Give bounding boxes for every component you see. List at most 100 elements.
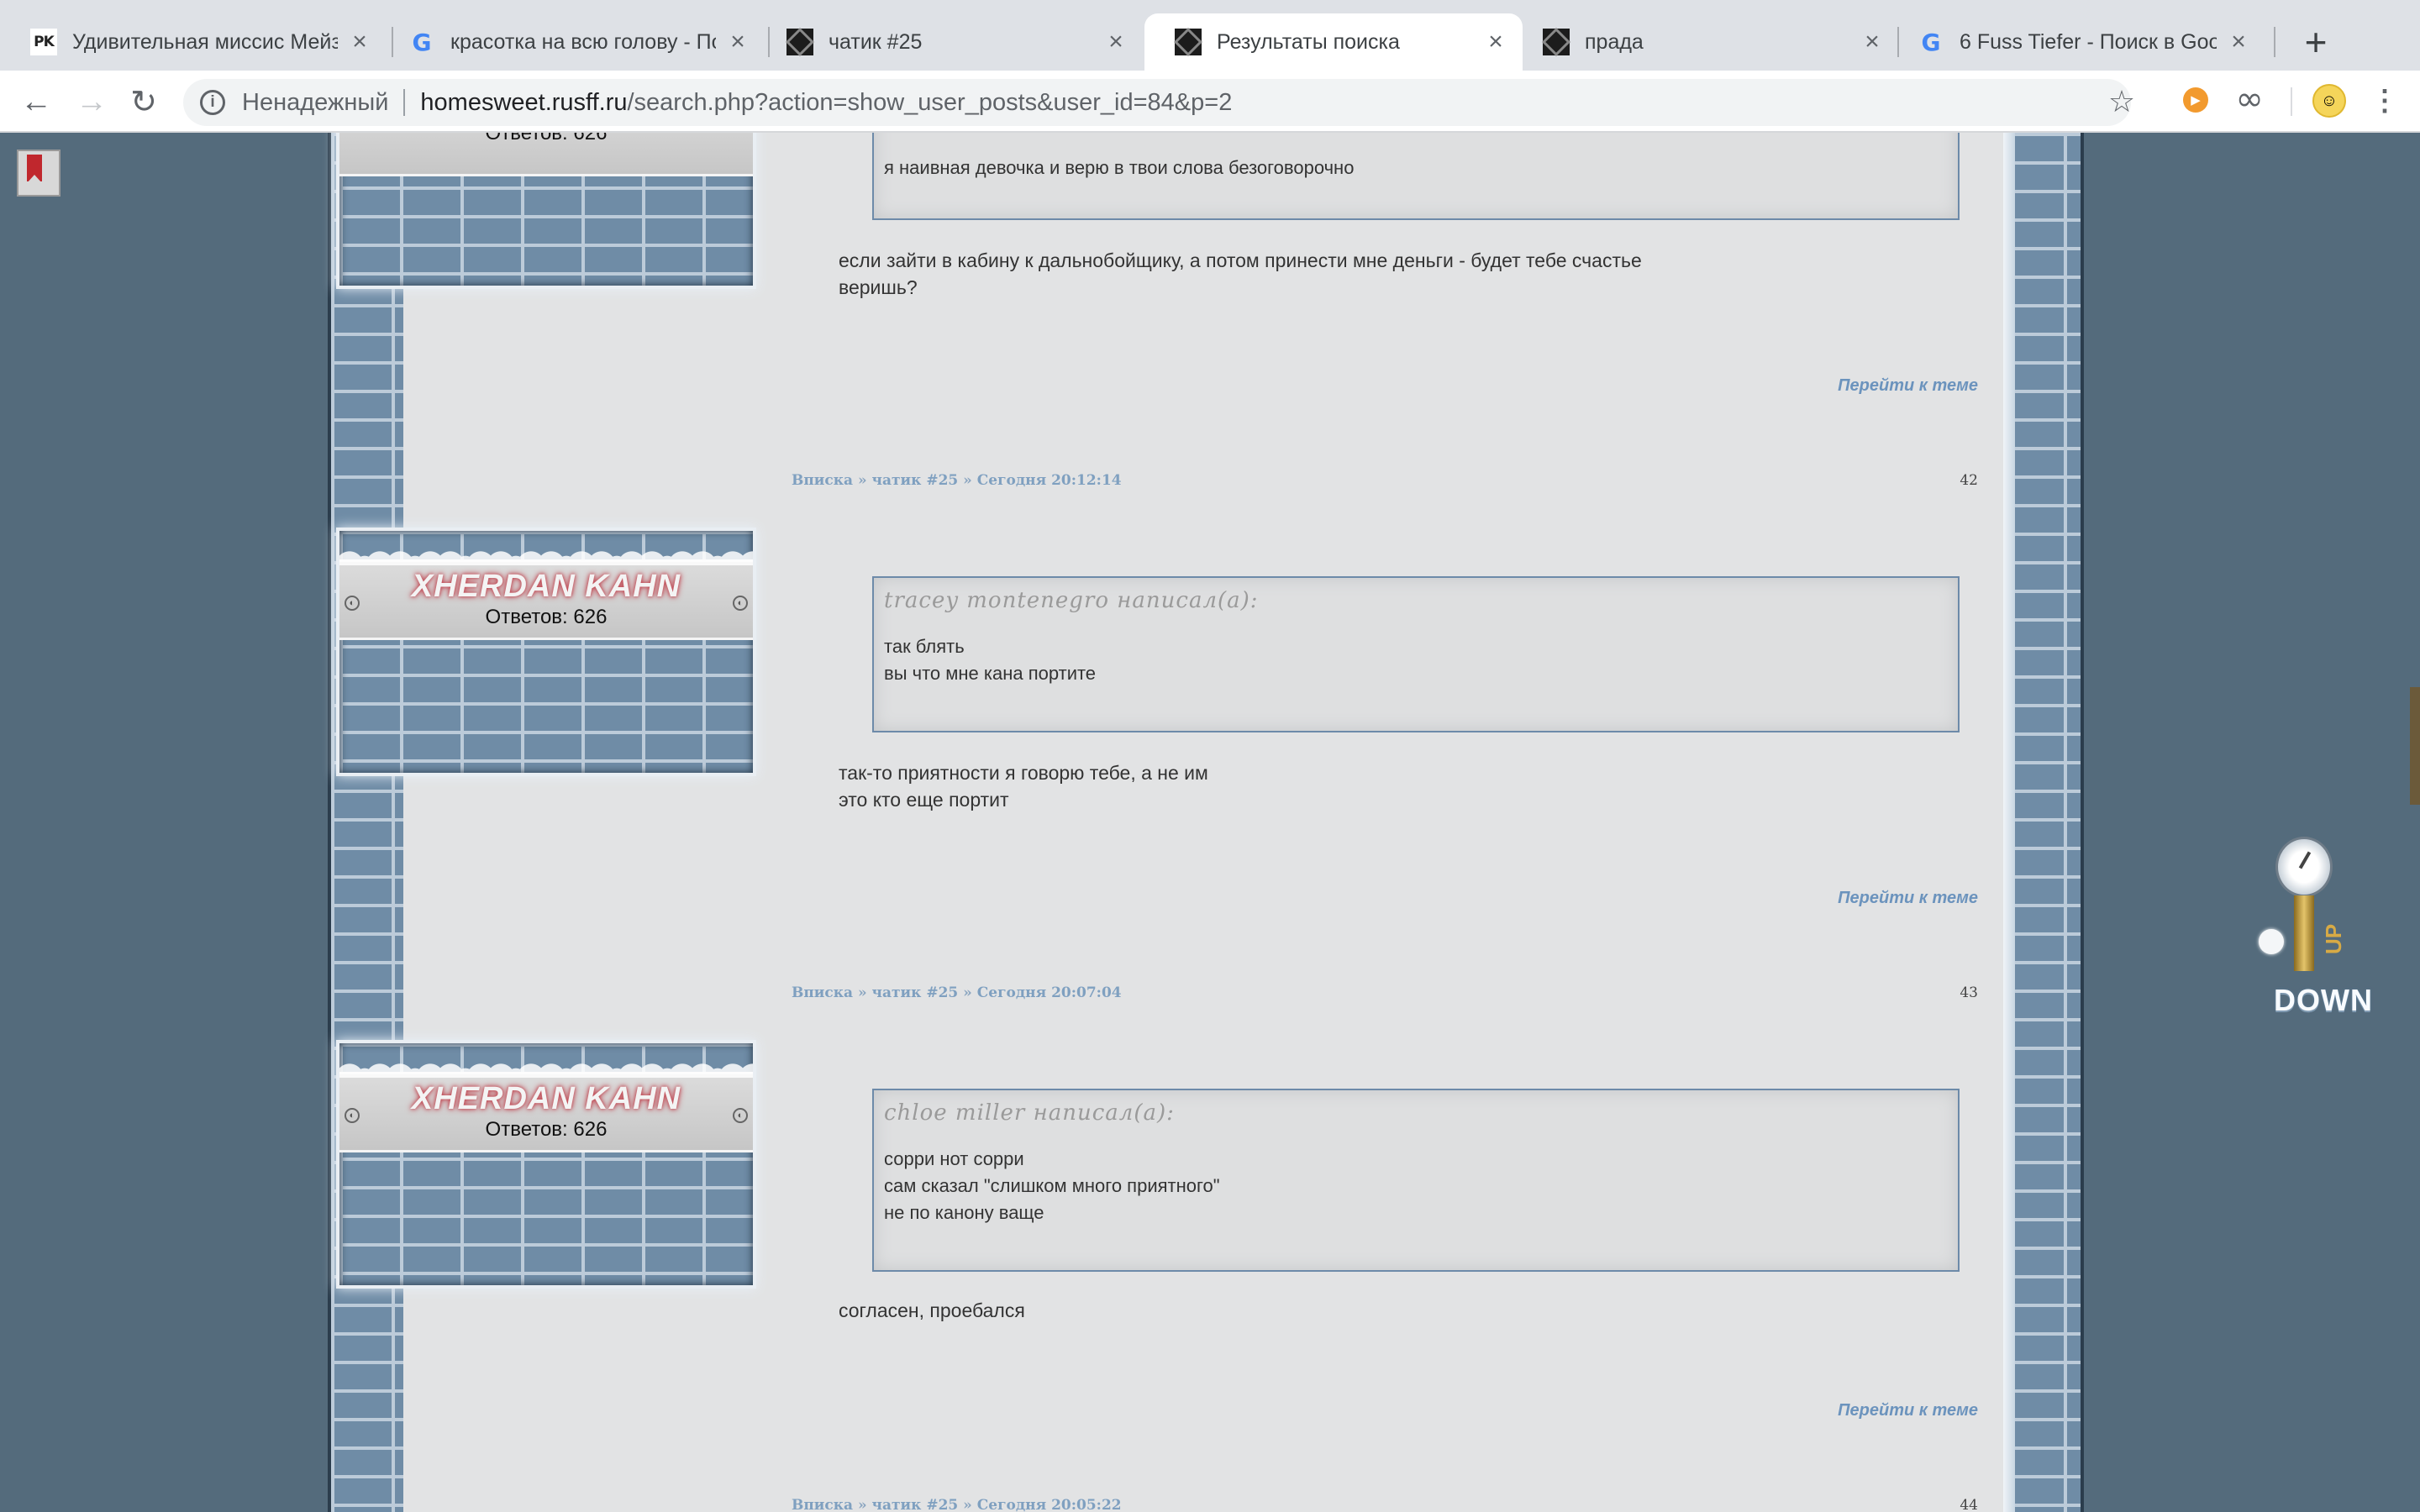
quote-text: так блять вы что мне кана портите — [884, 636, 1097, 684]
bookmark-star-icon[interactable]: ☆ — [2101, 81, 2143, 123]
tab-title: 6 Fuss Tiefer - Поиск в Google — [1960, 29, 2217, 54]
reply-count: Ответов: 626 — [485, 133, 608, 144]
tab-title: Удивительная миссис Мейзел — [72, 29, 338, 54]
goto-topic-link[interactable]: Перейти к теме — [1765, 1401, 1978, 1420]
omnibox-divider — [403, 89, 406, 116]
user-panel: ◐ XHERDAN KAHN Ответов: 626 ◐ — [336, 528, 756, 776]
quote-block: tracey montenegro написал(а): так блять … — [872, 576, 1960, 732]
tab-strip: PK Удивительная миссис Мейзел × G красот… — [0, 0, 2420, 71]
quote-author: tracey montenegro написал(а): — [884, 588, 1259, 613]
scroll-up-down-widget[interactable]: UP DOWN — [2252, 837, 2372, 1063]
security-label[interactable]: Ненадежный — [242, 89, 388, 117]
tab-divider — [2274, 27, 2275, 57]
close-icon[interactable]: × — [724, 28, 751, 55]
tab-2[interactable]: G красотка на всю голову - Поиск в Googl… — [378, 13, 765, 71]
close-icon[interactable]: × — [346, 28, 373, 55]
meta-separator: » — [963, 1497, 972, 1512]
infinity-extension-icon[interactable]: ∞ — [2228, 80, 2270, 118]
user-name-link[interactable]: XHERDAN KAHN — [339, 569, 753, 605]
post-time-link[interactable]: Сегодня 20:05:22 — [977, 1497, 1122, 1512]
meta-separator: » — [858, 1497, 867, 1512]
address-bar[interactable]: i Ненадежный homesweet.rusff.ru/search.p… — [183, 79, 2131, 126]
tab-3[interactable]: чатик #25 × — [756, 13, 1143, 71]
user-panel: ◐ XHERDAN KAHN Ответов: 626 ◐ — [336, 1040, 756, 1289]
browser-toolbar: ← → ↻ i Ненадежный homesweet.rusff.ru/se… — [0, 71, 2420, 133]
bookmark-extension-icon[interactable] — [17, 150, 60, 197]
close-icon[interactable]: × — [1482, 28, 1509, 55]
new-tab-button[interactable]: + — [2292, 18, 2339, 66]
page-viewport: Ответов: 626 я наивная девочка и верю в … — [0, 133, 2420, 1512]
nameplate: ◐ XHERDAN KAHN Ответов: 626 ◐ — [339, 1056, 753, 1152]
bolt-icon: ◐ — [733, 596, 748, 611]
reply-count: Ответов: 626 — [485, 606, 608, 628]
reply-count: Ответов: 626 — [485, 1118, 608, 1141]
quote-text: я наивная девочка и верю в твои слова бе… — [884, 157, 1355, 178]
gauge-icon — [2275, 837, 2333, 897]
post-number: 42 — [1960, 472, 1978, 489]
close-icon[interactable]: × — [1859, 28, 1886, 55]
tab-title: прада — [1585, 29, 1644, 54]
pipe-decoration — [2294, 895, 2314, 971]
scroll-down-button[interactable]: DOWN — [2274, 983, 2373, 1018]
play-extension-icon[interactable]: ▶ — [2183, 87, 2208, 113]
goto-topic-link[interactable]: Перейти к теме — [1765, 376, 1978, 396]
tab-5[interactable]: прада × — [1512, 13, 1899, 71]
url-host[interactable]: homesweet.rusff.ru — [420, 89, 627, 117]
brick-wall-right — [2003, 133, 2084, 1512]
forum-favicon-icon — [1543, 29, 1570, 55]
menu-dots-icon[interactable]: ⋮ — [2368, 82, 2402, 119]
forum-favicon-icon — [1175, 29, 1202, 55]
user-name-link[interactable]: XHERDAN KAHN — [339, 1081, 753, 1117]
forward-button[interactable]: → — [71, 81, 113, 123]
topic-link[interactable]: чатик #25 — [872, 984, 959, 1001]
meta-separator: » — [858, 472, 867, 489]
forum-link[interactable]: Вписка — [792, 984, 853, 1001]
brick-wall-left — [328, 133, 403, 1512]
topic-link[interactable]: чатик #25 — [872, 1497, 959, 1512]
post-time-link[interactable]: Сегодня 20:07:04 — [977, 984, 1122, 1001]
forum-content — [403, 133, 2003, 1512]
info-icon[interactable]: i — [200, 90, 225, 115]
google-favicon-icon: G — [1921, 28, 1941, 56]
reload-button[interactable]: ↻ — [123, 81, 165, 123]
goto-topic-link[interactable]: Перейти к теме — [1765, 889, 1978, 908]
quote-text: сорри нот сорри сам сказал "слишком мног… — [884, 1148, 1220, 1223]
post-time-link[interactable]: Сегодня 20:12:14 — [977, 472, 1122, 489]
back-button[interactable]: ← — [15, 81, 57, 123]
scrollbar-thumb[interactable] — [2410, 687, 2420, 805]
post-number: 43 — [1960, 984, 1978, 1001]
forum-link[interactable]: Вписка — [792, 472, 853, 489]
meta-separator: » — [963, 984, 972, 1001]
post-meta: Вписка » чатик #25 » Сегодня 20:07:04 — [792, 984, 1122, 1001]
toolbar-divider — [2291, 87, 2292, 116]
post-number: 44 — [1960, 1497, 1978, 1512]
quote-block: я наивная девочка и верю в твои слова бе… — [872, 133, 1960, 220]
tab-4-active[interactable]: Результаты поиска × — [1144, 13, 1523, 71]
close-icon[interactable]: × — [2225, 28, 2252, 55]
snow-decoration — [339, 1056, 753, 1078]
quote-author: chloe miller написал(а): — [884, 1100, 1175, 1126]
tab-title: Результаты поиска — [1217, 29, 1400, 54]
post-body: если зайти в кабину к дальнобойщику, а п… — [839, 249, 1642, 298]
nameplate: ◐ XHERDAN KAHN Ответов: 626 ◐ — [339, 543, 753, 640]
scroll-up-button[interactable]: UP — [2321, 924, 2347, 954]
post-body: согласен, проебался — [839, 1299, 1025, 1321]
meta-separator: » — [858, 984, 867, 1001]
post-body: так-то приятности я говорю тебе, а не им… — [839, 762, 1208, 811]
close-icon[interactable]: × — [1102, 28, 1129, 55]
tab-1[interactable]: PK Удивительная миссис Мейзел × — [0, 13, 387, 71]
snow-decoration — [339, 543, 753, 565]
topic-link[interactable]: чатик #25 — [872, 472, 959, 489]
forum-favicon-icon — [786, 29, 813, 55]
forum-link[interactable]: Вписка — [792, 1497, 853, 1512]
post-meta: Вписка » чатик #25 » Сегодня 20:05:22 — [792, 1497, 1122, 1512]
google-favicon-icon: G — [412, 28, 432, 56]
snowball-decoration — [2259, 929, 2284, 954]
post-meta: Вписка » чатик #25 » Сегодня 20:12:14 — [792, 472, 1122, 489]
tab-title: чатик #25 — [829, 29, 923, 54]
profile-avatar[interactable]: ☺ — [2312, 84, 2346, 118]
tab-title: красотка на всю голову - Поиск в Google — [450, 29, 716, 54]
tab-6[interactable]: G 6 Fuss Tiefer - Поиск в Google × — [1887, 13, 2265, 71]
nameplate: Ответов: 626 — [339, 133, 753, 176]
url-path[interactable]: /search.php?action=show_user_posts&user_… — [627, 89, 1232, 117]
